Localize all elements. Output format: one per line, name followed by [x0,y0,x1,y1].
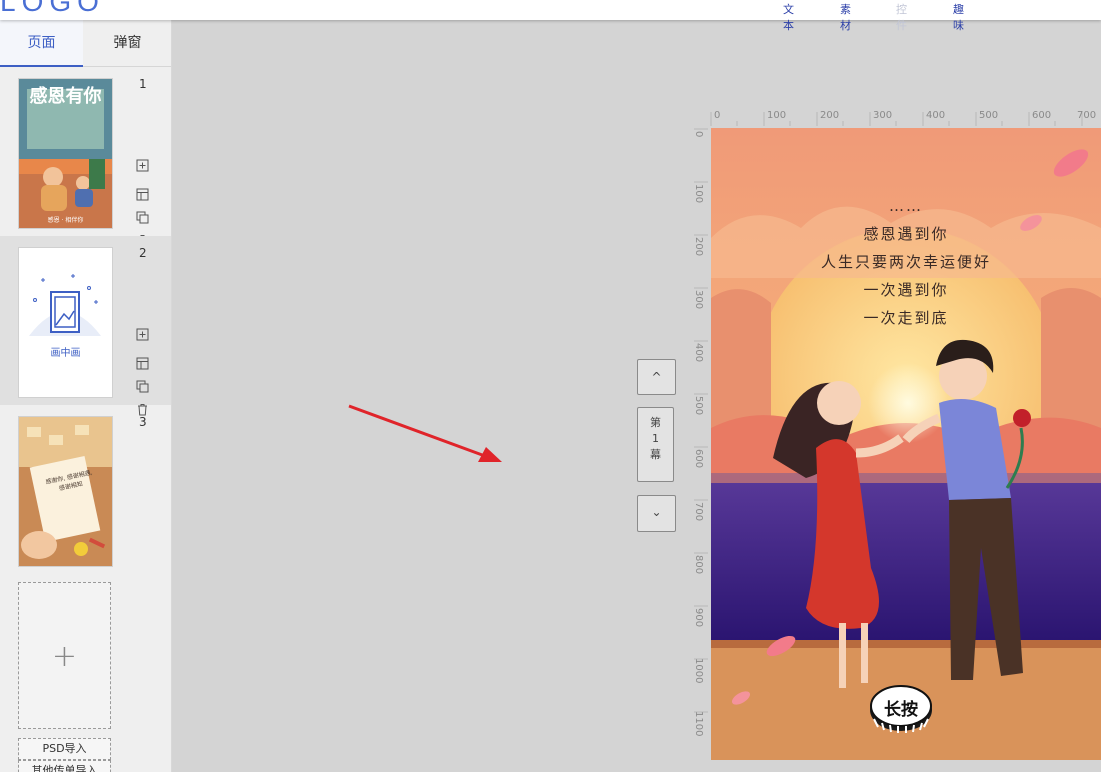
annotation-arrow [348,404,502,462]
logo: LOGO [0,0,105,17]
top-toolbar: LOGO 文本 素材 控件 趣味 [0,0,1101,32]
page-thumbnail-1[interactable]: 感恩有你 感恩 · 相伴你 [18,78,113,229]
nav-fun[interactable]: 趣味 [953,1,964,33]
tab-pages[interactable]: 页面 [0,20,83,67]
layout-icon[interactable] [136,188,149,201]
scene-label-line: 幕 [650,448,661,461]
scene-down-button[interactable]: ⌄ [637,495,676,532]
page-thumbnail-2[interactable]: 画中画 [18,247,113,398]
poster-canvas[interactable]: …… 感恩遇到你 人生只要两次幸运便好 一次遇到你 一次走到底 长按 [711,128,1101,760]
ruler-label: 600 [693,449,704,469]
page-thumbnail-3[interactable]: 感谢你, 感谢相遇, 感谢相知 [18,416,113,567]
ruler-label: 800 [693,555,704,575]
ruler-label: 1100 [693,711,704,737]
page-thumbnail-title: 感恩有你 [29,86,102,107]
page-number: 2 [139,246,147,260]
page-item-1[interactable]: 感恩有你 感恩 · 相伴你 1 [0,67,171,247]
other-flyer-import-button[interactable]: 其他传单导入 [18,760,111,772]
poem-line: 人生只要两次幸运便好 [820,253,991,271]
ruler-label: 500 [979,110,999,121]
nav-text[interactable]: 文本 [783,1,794,33]
ruler-label: 0 [714,110,721,121]
page-item-3[interactable]: 感谢你, 感谢相遇, 感谢相知 3 [0,405,171,574]
poem-text: …… 感恩遇到你 人生只要两次幸运便好 一次遇到你 一次走到底 [711,192,1101,332]
add-page-button[interactable]: + [18,582,111,729]
ruler-label: 1000 [693,658,704,684]
page-number: 3 [139,415,147,429]
tab-popups[interactable]: 弹窗 [84,20,171,66]
ruler-label: 700 [693,502,704,522]
ruler-label: 100 [693,184,704,204]
nav-widgets: 控件 [896,3,907,32]
scene-up-button[interactable]: ^ [637,359,676,395]
ruler-label: 400 [926,110,946,121]
poem-line: …… [889,197,923,215]
sidebar-tabs: 页面 弹窗 [0,20,171,67]
page-sidebar: 页面 弹窗 感恩有你 感恩 · 相伴你 1 画中画 2 感谢你, 感谢相遇, 感… [0,20,172,772]
long-press-button[interactable]: 长按 [868,683,934,733]
poem-line: 感恩遇到你 [863,225,949,243]
ruler-label: 300 [873,110,893,121]
plus-icon: + [51,639,78,674]
ruler-label: 900 [693,608,704,628]
page-thumbnail-caption: 画中画 [50,348,81,359]
scene-label-line: 第 [650,416,661,429]
nav-materials[interactable]: 素材 [840,1,851,33]
add-page-icon[interactable] [136,159,149,172]
ruler-label: 700 [1077,110,1097,121]
page-thumbnail-footer: 感恩 · 相伴你 [47,217,84,224]
scene-label: 第 1 幕 [637,407,674,482]
copy-icon[interactable] [136,380,149,393]
ruler-label: 500 [693,396,704,416]
ruler-label: 100 [767,110,787,121]
vertical-ruler: 0 100 200 300 400 500 600 700 800 900 10… [690,128,710,760]
add-page-icon[interactable] [136,328,149,341]
long-press-label: 长按 [884,700,918,720]
copy-icon[interactable] [136,211,149,224]
ruler-label: 200 [820,110,840,121]
ruler-label: 0 [693,131,704,138]
psd-import-button[interactable]: PSD导入 [18,738,111,760]
ruler-label: 200 [693,237,704,257]
poem-line: 一次遇到你 [863,281,949,299]
ruler-label: 400 [693,343,704,363]
picture-in-picture-icon [29,274,101,336]
ruler-label: 300 [693,290,704,310]
layout-icon[interactable] [136,357,149,370]
page-number: 1 [139,77,147,91]
ruler-label: 600 [1032,110,1052,121]
horizontal-ruler: 0 100 200 300 400 500 600 700 [710,108,1101,128]
poem-line: 一次走到底 [863,309,949,327]
page-item-2[interactable]: 画中画 2 [0,236,171,416]
scene-label-line: 1 [652,432,659,445]
